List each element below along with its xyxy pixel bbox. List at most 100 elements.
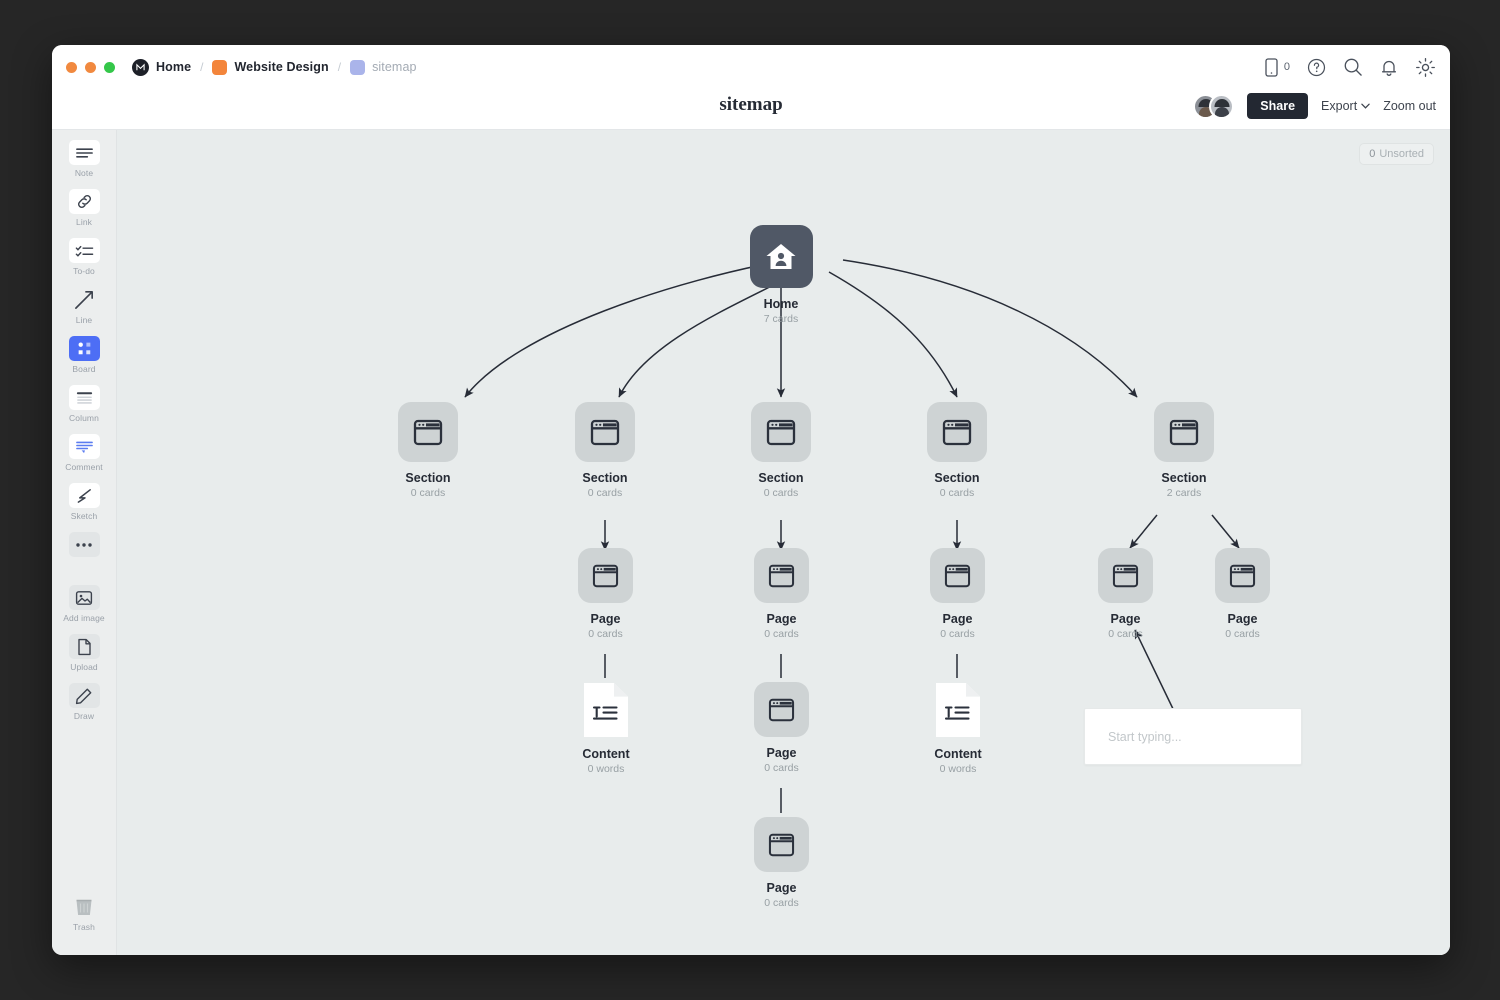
node-content-2[interactable]: Content 0 words [583,682,629,775]
new-card-text-input[interactable]: Start typing... [1084,708,1302,765]
minimize-window-button[interactable] [85,62,96,73]
edge-home-section1 [465,260,787,397]
title-bar: Home / Website Design / sitemap 0 [52,45,1450,89]
node-subtitle: 0 cards [940,487,974,499]
maximize-window-button[interactable] [104,62,115,73]
browser-window-icon [751,402,811,462]
mobile-icon[interactable]: 0 [1265,58,1290,77]
node-subtitle: 0 cards [588,628,622,640]
tool-todo-label: To-do [73,266,95,276]
sitemap-canvas[interactable]: 0 Unsorted [117,130,1450,955]
link-icon [69,189,100,214]
node-title: Content [582,747,629,761]
breadcrumb-swatch-sitemap [350,60,365,75]
tool-draw[interactable]: Draw [52,683,116,721]
comment-icon [69,434,100,459]
close-window-button[interactable] [66,62,77,73]
breadcrumb-item-sitemap: sitemap [372,60,416,74]
search-icon[interactable] [1343,57,1363,77]
browser-window-icon [1098,548,1153,603]
tool-link[interactable]: Link [52,189,116,227]
node-section-4[interactable]: Section 0 cards [927,402,987,499]
tool-board-label: Board [72,364,95,374]
node-subtitle: 2 cards [1167,487,1201,499]
mobile-count: 0 [1284,61,1290,73]
gear-icon[interactable] [1415,57,1436,78]
content-document-icon [935,682,981,738]
tool-more[interactable] [52,532,116,560]
browser-window-icon [575,402,635,462]
share-button[interactable]: Share [1247,93,1308,119]
node-section-3[interactable]: Section 0 cards [751,402,811,499]
tool-board[interactable]: Board [52,336,116,374]
tool-trash-label: Trash [73,922,95,932]
tool-link-label: Link [76,217,92,227]
node-title: Section [1161,471,1206,485]
node-title: Page [591,612,621,626]
tool-trash[interactable]: Trash [52,894,116,932]
column-icon [69,385,100,410]
titlebar-actions: 0 [1265,57,1436,78]
breadcrumb-item-home[interactable]: Home [156,60,191,74]
export-dropdown[interactable]: Export [1321,99,1370,113]
tool-sketch-label: Sketch [71,511,98,521]
browser-window-icon [927,402,987,462]
node-title: Page [943,612,973,626]
node-section-1[interactable]: Section 0 cards [398,402,458,499]
node-subtitle: 0 words [588,763,625,775]
breadcrumb-separator-2: / [338,60,341,74]
edge-card-pointer [1135,630,1175,713]
zoom-out-label: Zoom out [1383,99,1436,113]
browser-window-icon [754,817,809,872]
node-home[interactable]: Home 7 cards [751,225,811,325]
edge-section5-page-b [1212,515,1239,548]
header-actions: Share Export Zoom out [1193,93,1436,119]
tool-todo[interactable]: To-do [52,238,116,276]
home-icon [750,225,813,288]
browser-window-icon [1215,548,1270,603]
app-window: Home / Website Design / sitemap 0 [52,45,1450,955]
tool-upload[interactable]: Upload [52,634,116,672]
export-label: Export [1321,99,1357,113]
document-header: sitemap Share Export Zoom out [52,89,1450,130]
tool-upload-label: Upload [70,662,98,672]
node-page-5b[interactable]: Page 0 cards [1215,548,1270,640]
help-circle-icon[interactable] [1307,58,1326,77]
bell-icon[interactable] [1380,58,1398,77]
tool-add-image[interactable]: Add image [52,585,116,623]
breadcrumb-swatch-website-design [212,60,227,75]
tool-note[interactable]: Note [52,140,116,178]
breadcrumb-item-website-design[interactable]: Website Design [234,60,328,74]
node-section-5[interactable]: Section 2 cards [1154,402,1214,499]
zoom-out-button[interactable]: Zoom out [1383,99,1436,113]
line-icon [69,287,100,312]
node-content-4[interactable]: Content 0 words [935,682,981,775]
tool-comment[interactable]: Comment [52,434,116,472]
edge-home-section4 [829,272,957,397]
board-icon [69,336,100,361]
node-page-4a[interactable]: Page 0 cards [930,548,985,640]
node-page-3b[interactable]: Page 0 cards [754,682,809,774]
tool-sketch[interactable]: Sketch [52,483,116,521]
node-page-5a[interactable]: Page 0 cards [1098,548,1153,640]
tool-column[interactable]: Column [52,385,116,423]
node-page-2a[interactable]: Page 0 cards [578,548,633,640]
node-subtitle: 0 cards [764,628,798,640]
browser-window-icon [1154,402,1214,462]
node-title: Section [582,471,627,485]
node-title: Section [758,471,803,485]
content-document-icon [583,682,629,738]
app-logo-icon[interactable] [132,59,149,76]
node-title: Page [767,881,797,895]
breadcrumb: Home / Website Design / sitemap [132,59,417,76]
browser-window-icon [578,548,633,603]
avatar[interactable] [1209,94,1234,119]
node-section-2[interactable]: Section 0 cards [575,402,635,499]
node-page-3a[interactable]: Page 0 cards [754,548,809,640]
node-subtitle: 0 cards [940,628,974,640]
new-card-placeholder: Start typing... [1108,730,1182,744]
tool-line[interactable]: Line [52,287,116,325]
node-page-3c[interactable]: Page 0 cards [754,817,809,909]
node-title: Content [934,747,981,761]
browser-window-icon [754,682,809,737]
